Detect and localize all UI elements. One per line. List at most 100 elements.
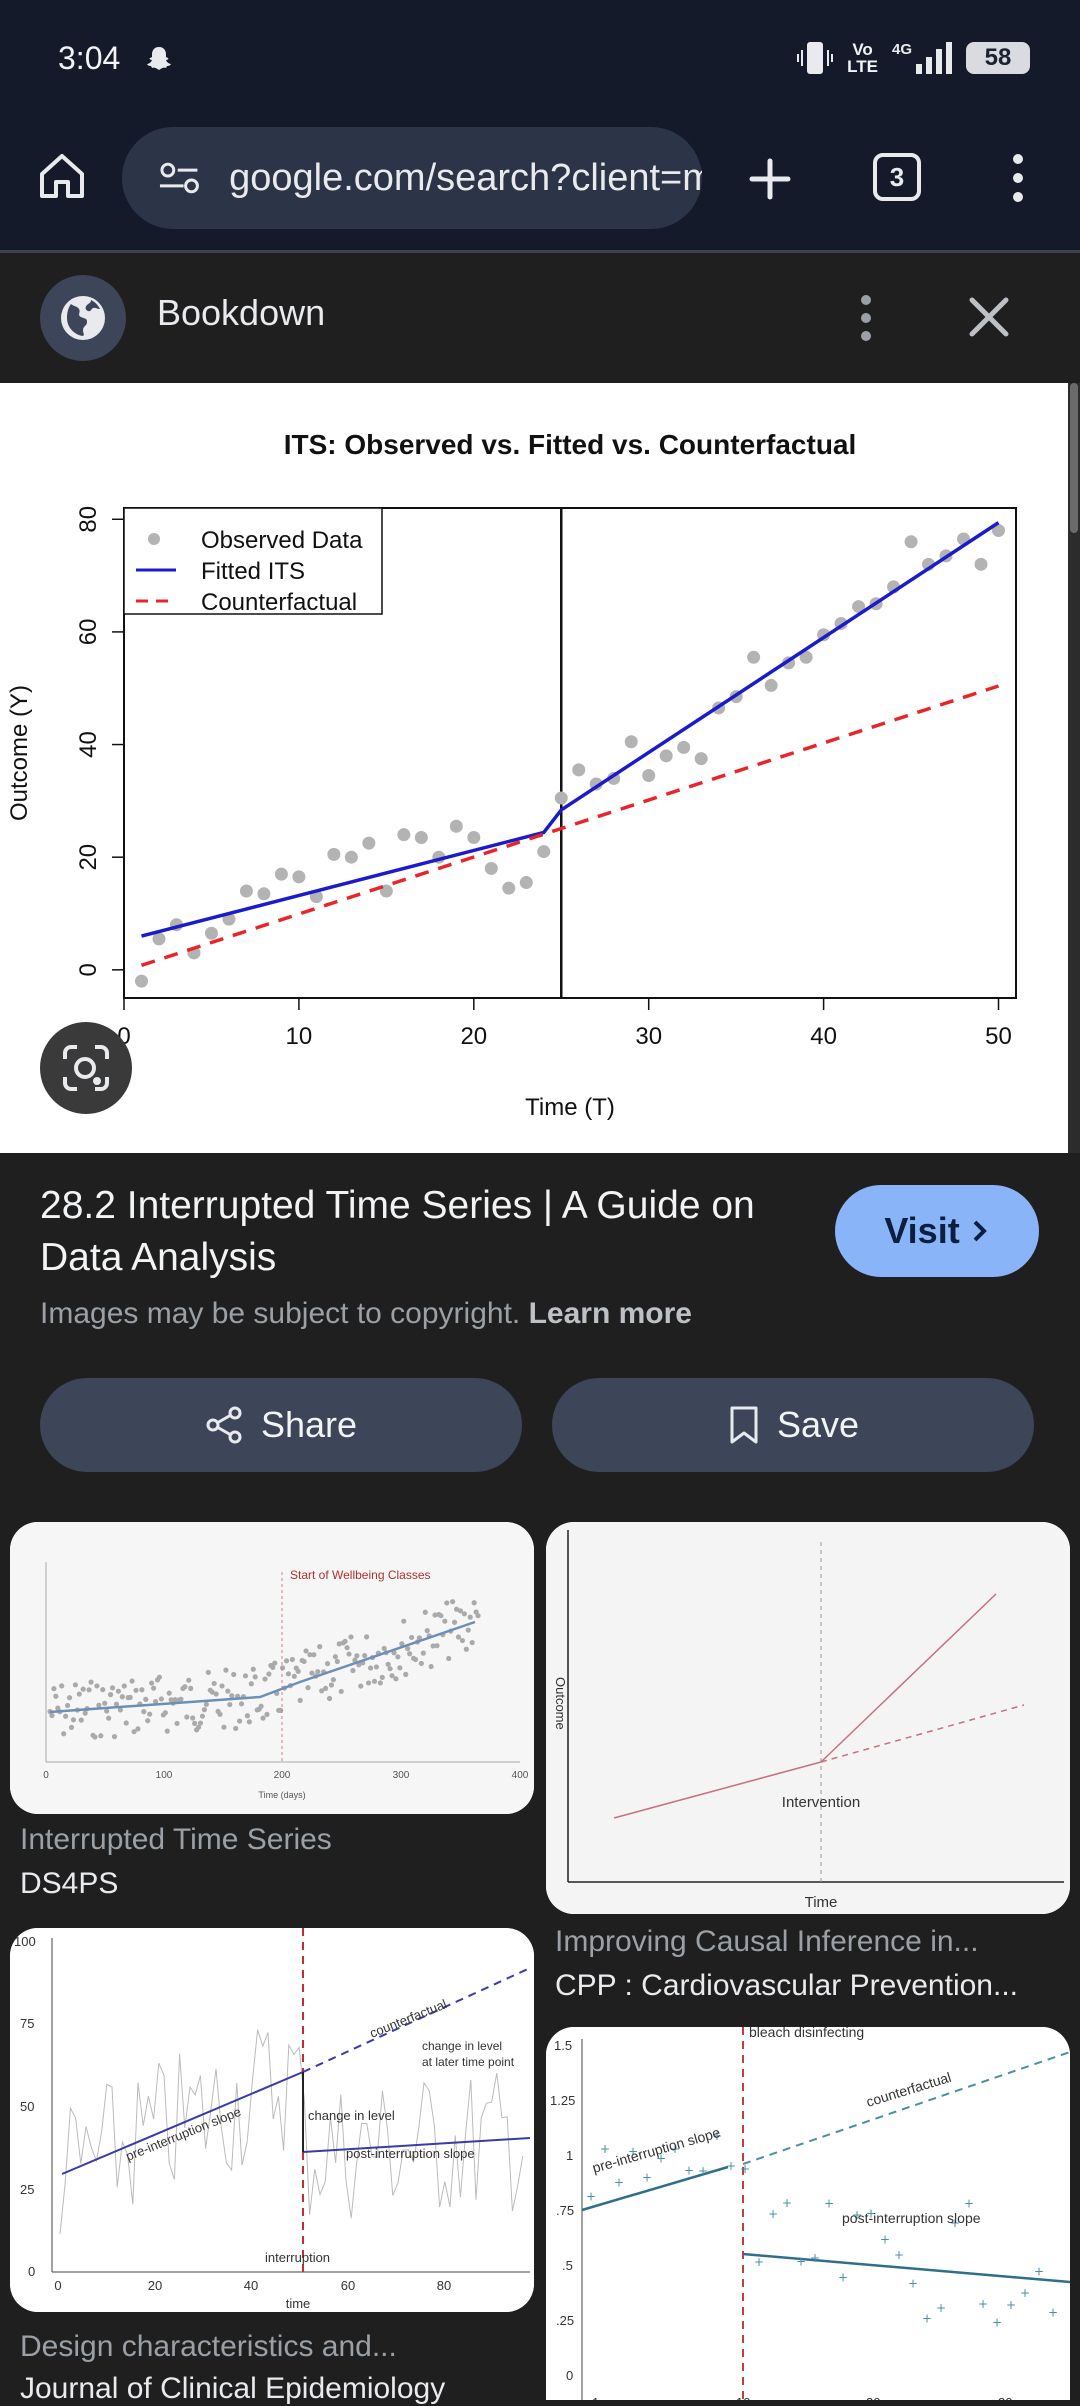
related-title-1[interactable]: Interrupted Time Series <box>20 1823 332 1857</box>
share-label: Share <box>260 1404 358 1445</box>
visit-button[interactable]: Visit <box>835 1185 1039 1277</box>
thumb4-point: + <box>922 2311 932 2325</box>
observed-point <box>747 650 761 664</box>
thumb1-dot <box>291 1673 297 1679</box>
thumb1-dot <box>231 1671 237 1678</box>
related-title-3[interactable]: Design characteristics and... <box>20 2330 397 2364</box>
observed-point <box>292 870 306 884</box>
thumb3-label-post-slope: post-interruption slope <box>346 2146 475 2161</box>
thumb4-point: + <box>782 2196 792 2210</box>
thumb1-dot <box>106 1715 112 1721</box>
related-image-3[interactable]: 100 75 50 25 0 0 20 40 60 80 time counte… <box>10 1928 534 2312</box>
home-icon[interactable] <box>36 150 88 202</box>
thumb1-dot <box>438 1613 444 1619</box>
thumb1-dot <box>86 1687 92 1693</box>
copyright-text: Images may be subject to copyright. <box>40 1297 521 1330</box>
thumb1-dot <box>346 1651 352 1657</box>
thumb1-dot <box>203 1701 209 1707</box>
related-chart-2: Intervention Time Outcome <box>546 1522 1070 1914</box>
observed-point <box>554 791 568 805</box>
tab-switcher-button[interactable]: 3 <box>873 153 921 201</box>
thumb4-xtick-0: 1 <box>592 2395 599 2400</box>
thumb1-annotation: Start of Wellbeing Classes <box>290 1568 431 1582</box>
thumb1-dot <box>326 1695 333 1702</box>
thumb1-dot <box>219 1683 225 1689</box>
thumb1-dot <box>143 1696 149 1702</box>
thumb1-dot <box>174 1720 180 1727</box>
address-bar[interactable]: google.com/search?client=m <box>122 127 702 229</box>
thumb1-dot <box>434 1643 440 1649</box>
thumb1-dot <box>238 1701 245 1707</box>
thumb1-dot <box>248 1681 254 1687</box>
thumb1-dot <box>186 1677 192 1683</box>
sheet-more-icon[interactable] <box>846 290 886 346</box>
related-source-1[interactable]: DS4PS <box>20 1867 118 1901</box>
sheet-scroll-thumb[interactable] <box>1070 383 1078 533</box>
chevron-right-icon <box>973 1220 987 1242</box>
thumb4-ytick-5: .25 <box>556 2313 574 2328</box>
thumb1-dot <box>422 1609 428 1615</box>
thumb1-dot <box>217 1711 223 1717</box>
url-text[interactable]: google.com/search?client=m <box>229 157 702 200</box>
thumb1-dot <box>465 1627 471 1633</box>
thumb1-dot <box>469 1639 475 1646</box>
thumb4-point: + <box>978 2297 988 2311</box>
thumb4-point: + <box>684 2163 694 2177</box>
thumb1-dot <box>192 1720 198 1726</box>
observed-point <box>694 752 708 766</box>
thumb1-dot <box>365 1680 372 1686</box>
thumb4-point: + <box>586 2190 596 2204</box>
thumb3-ytick-4: 0 <box>28 2264 35 2279</box>
close-icon[interactable] <box>966 294 1012 340</box>
site-name[interactable]: Bookdown <box>157 292 325 334</box>
thumb1-dot <box>221 1724 227 1730</box>
thumb3-label-interruption: interruption <box>265 2250 330 2265</box>
learn-more-link[interactable]: Learn more <box>529 1297 692 1330</box>
thumb1-dot <box>450 1599 456 1605</box>
observed-point <box>467 830 481 844</box>
thumb1-dot <box>350 1667 356 1674</box>
result-title[interactable]: 28.2 Interrupted Time Series | A Guide o… <box>40 1180 800 1284</box>
thumb1-dot <box>182 1684 188 1690</box>
thumb1-dot <box>303 1648 309 1654</box>
thumb4-point: + <box>768 2207 778 2221</box>
thumb3-xtick-1: 20 <box>148 2278 162 2293</box>
thumb1-dot <box>428 1663 434 1670</box>
share-button[interactable]: Share <box>40 1378 522 1472</box>
related-title-2[interactable]: Improving Causal Inference in... <box>555 1925 979 1959</box>
thumb1-dot <box>311 1652 317 1658</box>
related-source-2[interactable]: CPP : Cardiovascular Prevention... <box>555 1969 1018 2003</box>
observed-point <box>257 887 271 901</box>
thumb1-dot <box>127 1694 133 1700</box>
thumb1-dot <box>407 1651 413 1657</box>
thumb3-ytick-2: 50 <box>20 2099 34 2114</box>
related-image-1[interactable]: Start of Wellbeing Classes 0 100 200 300… <box>10 1522 534 1814</box>
observed-point <box>414 830 428 844</box>
thumb1-dot <box>190 1715 196 1721</box>
observed-point <box>327 847 341 861</box>
related-image-4[interactable]: + + + + + + + + + + + + + + + + + + + + + + + + + + + + + + + + + + bleac… <box>546 2027 1070 2400</box>
thumb1-dot <box>72 1682 79 1688</box>
lens-search-button[interactable] <box>40 1022 132 1114</box>
thumb1-dot <box>184 1714 190 1720</box>
x-tick-label: 40 <box>810 1023 837 1050</box>
thumb1-dot <box>145 1718 151 1724</box>
save-button[interactable]: Save <box>552 1378 1034 1472</box>
related-source-3[interactable]: Journal of Clinical Epidemiology <box>20 2372 445 2406</box>
thumb4-label-bleach: bleach disinfecting <box>749 2027 864 2040</box>
new-tab-icon[interactable] <box>744 153 796 205</box>
observed-point <box>274 867 288 881</box>
thumb1-dot <box>362 1653 368 1659</box>
more-menu-icon[interactable] <box>1000 150 1036 206</box>
x-tick-label: 20 <box>460 1023 487 1050</box>
thumb1-dot <box>354 1653 360 1659</box>
site-settings-icon[interactable] <box>158 158 217 198</box>
related-image-2[interactable]: Intervention Time Outcome <box>546 1522 1070 1914</box>
thumb4-point: + <box>880 2233 890 2247</box>
preview-image[interactable]: ITS: Observed vs. Fitted vs. Counterfact… <box>0 383 1068 1153</box>
y-axis-label: Outcome (Y) <box>6 685 33 821</box>
thumb1-dot <box>100 1687 106 1693</box>
y-tick-label: 40 <box>75 731 102 758</box>
thumb1-dot <box>236 1718 243 1724</box>
thumb1-dot <box>64 1702 71 1709</box>
